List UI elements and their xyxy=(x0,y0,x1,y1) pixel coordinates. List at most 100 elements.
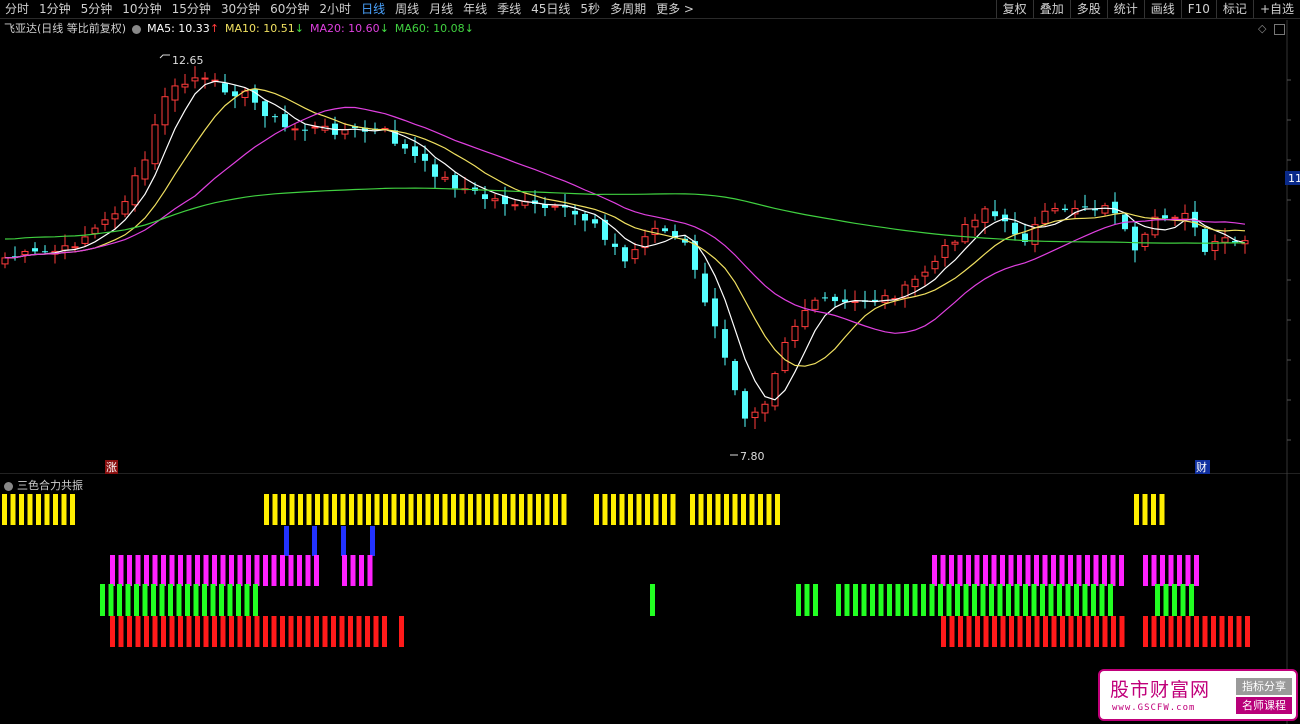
signal-bar xyxy=(904,584,909,616)
candle xyxy=(1221,228,1229,254)
signal-bar xyxy=(1031,584,1037,616)
signal-bar xyxy=(766,494,772,525)
signal-bar xyxy=(1006,584,1011,616)
signal-bar xyxy=(992,616,997,647)
candle xyxy=(42,245,48,255)
signal-bar xyxy=(229,616,234,647)
signal-bar xyxy=(510,494,516,525)
signal-bar xyxy=(983,555,988,586)
candle xyxy=(1051,202,1059,214)
signal-bar xyxy=(1245,616,1250,647)
signal-bar xyxy=(1065,584,1071,616)
signal-bar xyxy=(125,584,131,616)
signal-bar xyxy=(796,584,801,616)
signal-bar xyxy=(878,584,884,616)
signal-bar xyxy=(724,494,729,525)
candle xyxy=(631,242,639,264)
signal-bar xyxy=(1051,555,1056,586)
signal-bar xyxy=(887,584,892,616)
candle xyxy=(1181,204,1189,231)
signal-bar xyxy=(715,494,721,525)
signal-bar xyxy=(1034,616,1040,647)
candlestick-chart[interactable]: 12.65 7.80 11 涨 财 xyxy=(0,0,1300,474)
signal-bar xyxy=(895,584,901,616)
signal-bar xyxy=(1093,555,1099,586)
signal-bar xyxy=(1042,555,1048,586)
signal-bar xyxy=(1177,555,1182,586)
signal-bar xyxy=(219,584,224,616)
signal-bar xyxy=(1025,555,1031,586)
candle xyxy=(222,74,228,95)
signal-bar xyxy=(991,555,997,586)
signal-bar xyxy=(861,584,867,616)
signal-bar xyxy=(298,494,303,525)
candle xyxy=(1112,192,1118,224)
signal-bar xyxy=(1185,555,1191,586)
high-price-pointer xyxy=(159,54,170,59)
signal-bar xyxy=(263,555,268,586)
signal-bar xyxy=(312,526,317,556)
candle xyxy=(441,171,449,183)
signal-bar xyxy=(1094,616,1099,647)
candle xyxy=(832,293,838,308)
signal-bar xyxy=(284,526,289,556)
candle xyxy=(1041,202,1049,227)
signal-bar xyxy=(946,584,952,616)
candle xyxy=(742,388,748,427)
signal-bar xyxy=(288,555,294,586)
signal-bar xyxy=(1102,616,1108,647)
signal-bar xyxy=(315,494,320,525)
signal-bar xyxy=(271,555,277,586)
signal-bar xyxy=(1151,616,1157,647)
signal-bar xyxy=(271,616,277,647)
candle xyxy=(712,288,718,339)
signal-bar xyxy=(70,494,75,525)
candle xyxy=(291,123,299,141)
candle xyxy=(402,139,408,154)
signal-bar xyxy=(169,616,175,647)
signal-bar xyxy=(135,555,141,586)
signal-bar xyxy=(1108,584,1113,616)
signal-bar xyxy=(468,494,473,525)
signal-bar xyxy=(519,494,524,525)
signal-bar xyxy=(373,616,379,647)
signal-bar xyxy=(1000,616,1006,647)
signal-bar xyxy=(957,555,963,586)
signal-bar xyxy=(938,584,943,616)
signal-bar xyxy=(1077,616,1082,647)
signal-bar xyxy=(1057,584,1062,616)
signal-bar xyxy=(1000,555,1005,586)
signal-bar xyxy=(1194,616,1199,647)
signal-bar xyxy=(1068,616,1074,647)
candle xyxy=(842,289,848,309)
signal-bar xyxy=(974,555,980,586)
signal-bar xyxy=(1119,616,1125,647)
signal-bar xyxy=(151,584,156,616)
indicator-bars xyxy=(2,494,1250,647)
signal-bar xyxy=(400,494,405,525)
signal-bar xyxy=(451,494,456,525)
candle xyxy=(191,66,199,89)
signal-bar xyxy=(195,555,200,586)
signal-bar xyxy=(1177,616,1182,647)
signal-bar xyxy=(212,616,217,647)
badge-cai: 财 xyxy=(1196,460,1207,474)
signal-bar xyxy=(297,616,302,647)
candle xyxy=(511,199,519,211)
signal-bar xyxy=(1111,616,1116,647)
signal-bar xyxy=(1017,616,1023,647)
signal-bar xyxy=(1102,555,1107,586)
signal-bar xyxy=(836,584,841,616)
signal-bar xyxy=(1099,584,1105,616)
signal-bar xyxy=(1048,584,1054,616)
signal-bar xyxy=(2,494,7,525)
signal-bar xyxy=(1040,584,1045,616)
signal-bar xyxy=(61,494,67,525)
signal-bar xyxy=(203,616,209,647)
candle xyxy=(341,122,349,140)
candle xyxy=(881,289,889,309)
candle xyxy=(272,113,278,123)
signal-bar xyxy=(357,494,363,525)
candle xyxy=(362,120,368,143)
signal-bar xyxy=(280,555,285,586)
